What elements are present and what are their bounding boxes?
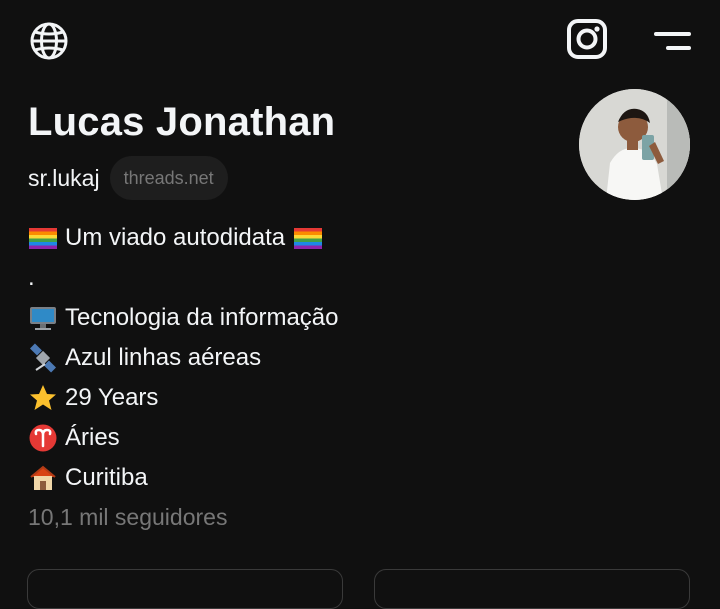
computer-icon [28,303,58,333]
star-icon [28,383,58,413]
bio-text: Um viado autodidata [65,224,286,251]
house-icon [28,463,58,493]
bio-line: Curitiba [28,458,688,498]
top-bar [0,0,720,80]
avatar[interactable] [579,89,690,200]
profile-name: Lucas Jonathan [28,100,336,144]
bio-line: Um viado autodidata [28,218,688,258]
globe-icon[interactable] [27,19,71,63]
bio-text: Áries [65,424,120,451]
aries-icon [28,423,58,453]
rainbow-flag-icon [28,223,58,253]
instagram-icon[interactable] [565,17,609,61]
rainbow-flag-icon [293,223,323,253]
bio-text: 29 Years [65,384,159,411]
bio-line: Áries [28,418,688,458]
profile-action-button-left[interactable] [27,569,343,609]
followers-count[interactable]: 10,1 mil seguidores [28,504,227,531]
threads-domain-chip[interactable]: threads.net [109,156,228,200]
bio-line: . [28,258,688,298]
bio: Um viado autodidata . Tecnologia da info… [28,218,688,498]
bio-text: Curitiba [65,464,148,491]
profile-action-button-right[interactable] [374,569,690,609]
username: sr.lukaj [28,164,100,191]
bio-line: Tecnologia da informação [28,298,688,338]
bio-text: . [28,264,35,291]
bio-line: 29 Years [28,378,688,418]
username-row: sr.lukaj threads.net [28,156,228,200]
menu-icon[interactable] [650,25,694,57]
bio-text: Tecnologia da informação [65,304,339,331]
bio-line: Azul linhas aéreas [28,338,688,378]
bio-text: Azul linhas aéreas [65,344,262,371]
satellite-icon [28,343,58,373]
